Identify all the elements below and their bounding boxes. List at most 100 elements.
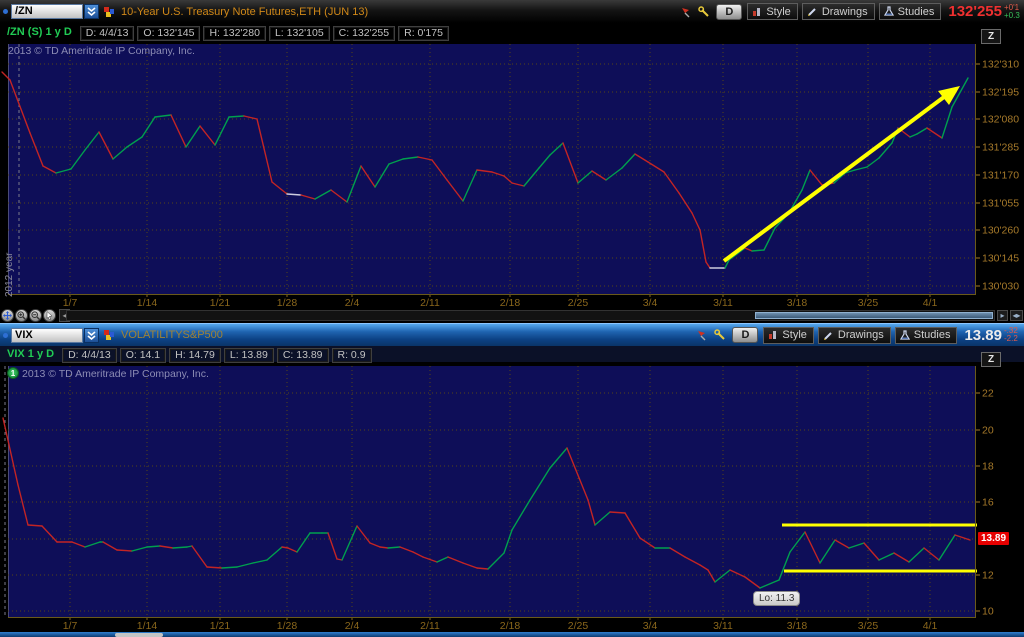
pan-button[interactable] xyxy=(1,309,14,322)
zoom-out-icon xyxy=(31,311,40,320)
vix-chart-title: VOLATILITYS&P500 xyxy=(121,329,223,341)
cursor-button[interactable] xyxy=(43,309,56,322)
drawings-button-label: Drawings xyxy=(838,329,884,341)
vix-reset-zoom-button[interactable]: Z xyxy=(981,352,1001,367)
x-axis-label: 3/25 xyxy=(858,620,879,632)
zn-symbol-input[interactable]: /ZN xyxy=(11,4,83,19)
y-axis-label: 12 xyxy=(982,570,994,582)
zoom-out-button[interactable] xyxy=(29,309,42,322)
vix-change: -.32 -2.2 xyxy=(1004,327,1022,343)
x-axis-label: 2/25 xyxy=(568,620,589,632)
summary-cell: R: 0.9 xyxy=(332,348,372,363)
summary-cell: D: 4/4/13 xyxy=(62,348,117,363)
zoom-in-icon xyxy=(17,311,26,320)
x-axis-label: 1/21 xyxy=(210,620,231,632)
zn-studies-button[interactable]: Studies xyxy=(879,3,942,20)
pan-icon xyxy=(3,311,12,320)
zn-reset-zoom-button[interactable]: Z xyxy=(981,29,1001,44)
wrench-icon[interactable] xyxy=(713,328,727,343)
vix-style-button[interactable]: Style xyxy=(763,327,813,344)
chart-scrollbar-track[interactable] xyxy=(66,310,995,321)
vix-symbol-input[interactable]: VIX xyxy=(11,328,83,343)
zn-symbol-dropdown-button[interactable] xyxy=(84,4,99,19)
vix-summary-row: VIX 1 y D D: 4/4/13O: 14.1H: 14.79L: 13.… xyxy=(0,346,1024,362)
y-axis-label: 130'260 xyxy=(982,225,1019,237)
summary-cell: R: 0'175 xyxy=(398,26,449,41)
x-axis-label: 3/4 xyxy=(643,297,658,308)
x-axis-label: 3/25 xyxy=(858,297,879,308)
summary-cell: O: 14.1 xyxy=(120,348,166,363)
summary-cell: H: 132'280 xyxy=(203,26,265,41)
x-axis-label: 1/7 xyxy=(63,620,78,632)
panel-grip-dot xyxy=(3,333,8,338)
x-axis-label: 3/18 xyxy=(787,297,808,308)
y-axis-label: 16 xyxy=(982,497,994,509)
vix-symbol-dropdown-button[interactable] xyxy=(84,328,99,343)
x-axis-label: 2/18 xyxy=(500,620,521,632)
x-axis-label: 1/28 xyxy=(277,297,298,308)
flask-icon xyxy=(884,6,894,17)
chart-link-icon[interactable] xyxy=(103,6,115,18)
summary-cell: H: 14.79 xyxy=(169,348,221,363)
zn-change-percent: +0.3 xyxy=(1004,12,1020,20)
x-axis-label: 1/7 xyxy=(63,297,78,308)
y-axis-label: 131'055 xyxy=(982,198,1019,210)
style-icon xyxy=(752,7,762,17)
x-axis-label: 2/11 xyxy=(420,620,440,632)
vix-studies-button[interactable]: Studies xyxy=(895,327,958,344)
vix-timeframe-button[interactable]: D xyxy=(732,327,758,343)
zn-last-price: 132'255 xyxy=(948,3,1002,20)
vix-panel-header: VIX VOLATILITYS&P500 xyxy=(0,323,1024,346)
vix-drawings-button[interactable]: Drawings xyxy=(818,327,891,344)
x-axis-label: 1/14 xyxy=(137,297,158,308)
x-axis-label: 2/25 xyxy=(568,297,589,308)
link-color-icon xyxy=(103,6,115,18)
vix-ohlc-cells: D: 4/4/13O: 14.1H: 14.79L: 13.89C: 13.89… xyxy=(62,345,374,363)
zoom-in-button[interactable] xyxy=(15,309,28,322)
summary-cell: D: 4/4/13 xyxy=(80,26,135,41)
chart-scrollbar-thumb[interactable] xyxy=(755,312,993,319)
panel-grip-dot xyxy=(3,9,8,14)
bottom-scrollbar-strip[interactable] xyxy=(0,632,1024,637)
x-axis-label: 3/11 xyxy=(713,297,733,308)
style-icon xyxy=(768,330,778,340)
bottom-scrollbar-thumb[interactable] xyxy=(115,633,163,637)
scroll-right-button[interactable]: ▸ xyxy=(997,310,1008,321)
style-button-label: Style xyxy=(766,6,790,18)
x-axis-label: 2/4 xyxy=(345,297,360,308)
y-axis-label: 22 xyxy=(982,388,994,400)
trading-platform-window: /ZN 10-Year U.S. Treasury Note Futures,E… xyxy=(0,0,1024,637)
y-axis-label: 132'080 xyxy=(982,114,1019,126)
wrench-icon[interactable] xyxy=(697,4,711,19)
zn-timeframe-button[interactable]: D xyxy=(716,4,742,20)
x-axis-label: 3/11 xyxy=(713,620,733,632)
y-axis-label: 131'170 xyxy=(982,170,1019,182)
summary-cell: C: 13.89 xyxy=(277,348,329,363)
scroll-expand-button[interactable]: ◂▸ xyxy=(1010,310,1023,321)
zn-price-chart[interactable]: 1/71/141/211/282/42/112/182/253/43/113/1… xyxy=(0,40,1024,308)
note-marker-badge[interactable]: 1 xyxy=(7,367,19,379)
chart-link-icon[interactable] xyxy=(103,329,115,341)
zn-ohlc-cells: D: 4/4/13O: 132'145H: 132'280L: 132'105C… xyxy=(80,23,452,41)
summary-cell: C: 132'255 xyxy=(333,26,395,41)
pencil-icon xyxy=(807,6,818,17)
studies-button-label: Studies xyxy=(914,329,951,341)
zn-summary-symbol: /ZN (S) 1 y D xyxy=(7,26,72,38)
chart-navigation-toolbar: ◂ ▸ ◂▸ xyxy=(0,308,1024,323)
double-chevron-down-icon xyxy=(86,330,97,341)
drawings-button-label: Drawings xyxy=(822,6,868,18)
pin-icon[interactable] xyxy=(695,328,709,343)
zn-drawings-button[interactable]: Drawings xyxy=(802,3,875,20)
summary-cell: L: 132'105 xyxy=(269,26,330,41)
x-axis-label: 4/1 xyxy=(923,297,938,308)
pencil-icon xyxy=(823,330,834,341)
vix-change-percent: -2.2 xyxy=(1004,335,1018,343)
vix-price-chart[interactable]: 1/71/141/211/282/42/112/182/253/43/113/1… xyxy=(0,362,1024,632)
zn-summary-row: /ZN (S) 1 y D D: 4/4/13O: 132'145H: 132'… xyxy=(0,23,1024,40)
pin-icon[interactable] xyxy=(679,4,693,19)
vix-last-price: 13.89 xyxy=(964,327,1002,344)
zn-style-button[interactable]: Style xyxy=(747,3,797,20)
x-axis-label: 1/14 xyxy=(137,620,158,632)
y-axis-label: 132'195 xyxy=(982,87,1019,99)
y-axis-label: 130'145 xyxy=(982,253,1019,265)
